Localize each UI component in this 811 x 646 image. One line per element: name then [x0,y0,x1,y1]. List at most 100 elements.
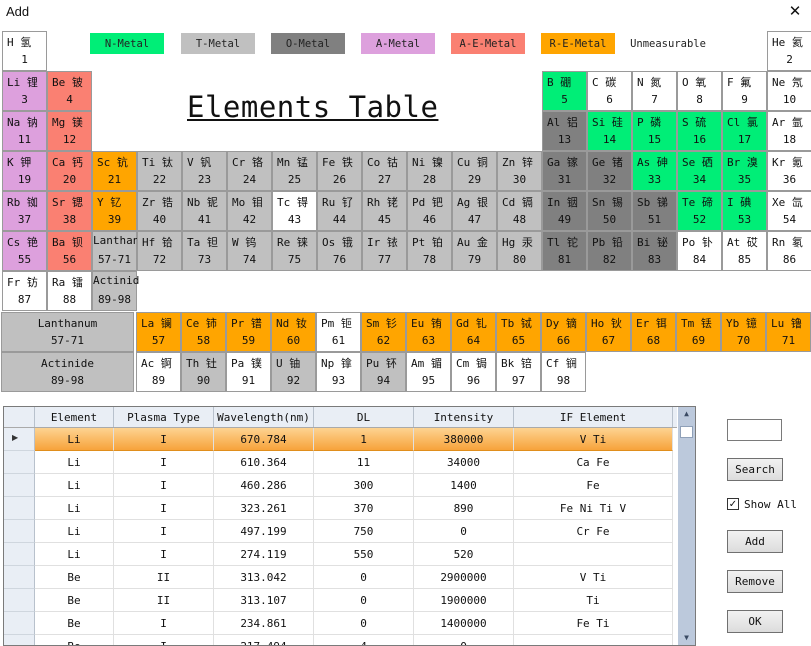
column-header[interactable]: Plasma Type [114,407,214,427]
remove-button[interactable]: Remove [727,570,783,593]
element-cell[interactable]: I 碘 53 [722,191,767,231]
row-header[interactable] [4,635,35,645]
element-cell[interactable]: Fr 钫 87 [2,271,47,311]
column-header[interactable]: Element [35,407,114,427]
table-row[interactable]: Li I 610.364 11 34000 Ca Fe [4,451,677,474]
element-cell[interactable]: Ca 钙 20 [47,151,92,191]
element-cell[interactable]: Mn 锰 25 [272,151,317,191]
element-cell[interactable]: Cu 铜 29 [452,151,497,191]
element-cell[interactable]: O 氧 8 [677,71,722,111]
element-cell[interactable]: Tb 铽 65 [496,312,541,352]
element-cell[interactable]: Eu 铕 63 [406,312,451,352]
column-header[interactable]: IF Element [514,407,673,427]
element-cell[interactable]: Sb 锑 51 [632,191,677,231]
element-cell[interactable]: Re 铼 75 [272,231,317,271]
element-cell[interactable]: Rb 铷 37 [2,191,47,231]
close-icon[interactable]: ✕ [785,1,805,21]
row-header[interactable] [4,497,35,520]
element-cell[interactable]: K 钾 19 [2,151,47,191]
element-cell[interactable]: Fe 铁 26 [317,151,362,191]
element-cell[interactable]: Ac 锕 89 [136,352,181,392]
element-cell[interactable]: N 氮 7 [632,71,677,111]
element-cell[interactable]: Ir 铱 77 [362,231,407,271]
element-cell[interactable]: Sm 钐 62 [361,312,406,352]
row-header[interactable] [4,543,35,566]
element-cell[interactable]: Am 镅 95 [406,352,451,392]
table-row[interactable]: Li I 274.119 550 520 [4,543,677,566]
table-row[interactable]: BeI217.49440 [4,635,677,645]
element-cell[interactable]: Nd 钕 60 [271,312,316,352]
element-cell[interactable]: Yb 镱 70 [721,312,766,352]
element-cell[interactable]: Pt 铂 78 [407,231,452,271]
ok-button[interactable]: OK [727,610,783,633]
row-header[interactable] [4,589,35,612]
element-cell[interactable]: Hg 汞 80 [497,231,542,271]
element-cell[interactable]: Te 碲 52 [677,191,722,231]
row-header[interactable] [4,520,35,543]
element-cell[interactable]: Bk 锫 97 [496,352,541,392]
element-cell[interactable]: Tc 锝 43 [272,191,317,231]
element-cell[interactable]: Au 金 79 [452,231,497,271]
element-cell[interactable]: Ta 钽 73 [182,231,227,271]
table-row[interactable]: Be II 313.042 0 2900000 V Ti [4,566,677,589]
add-button[interactable]: Add [727,530,783,553]
element-cell[interactable]: Mg 镁 12 [47,111,92,151]
element-cell[interactable]: Ra 镭 88 [47,271,92,311]
column-header[interactable]: Wavelength(nm) [214,407,314,427]
element-cell[interactable]: Rn 氡 86 [767,231,811,271]
scroll-thumb[interactable] [680,426,693,438]
table-row[interactable]: ▶ Li I 670.784 1 380000 V Ti [4,428,677,451]
element-cell[interactable]: He 氦 2 [767,31,811,71]
element-cell[interactable]: Ti 钛 22 [137,151,182,191]
table-row[interactable]: Li I 497.199 750 0 Cr Fe [4,520,677,543]
table-row[interactable]: Be I 234.861 0 1400000 Fe Ti [4,612,677,635]
element-cell[interactable]: W 钨 74 [227,231,272,271]
element-cell[interactable]: Ar 氩 18 [767,111,811,151]
element-cell[interactable]: Co 钴 27 [362,151,407,191]
element-cell[interactable]: Ge 锗 32 [587,151,632,191]
element-cell[interactable]: Pa 镤 91 [226,352,271,392]
element-cell[interactable]: Gd 钆 64 [451,312,496,352]
column-header[interactable]: DL [314,407,414,427]
element-cell[interactable]: Sn 锡 50 [587,191,632,231]
element-cell[interactable]: Os 锇 76 [317,231,362,271]
element-cell[interactable]: Pb 铅 82 [587,231,632,271]
row-header[interactable]: ▶ [4,428,35,451]
element-cell[interactable]: S 硫 16 [677,111,722,151]
element-cell[interactable]: Cd 镉 48 [497,191,542,231]
element-cell[interactable]: In 铟 49 [542,191,587,231]
search-input[interactable] [727,419,782,441]
element-cell[interactable]: H 氢 1 [2,31,47,71]
element-cell[interactable]: F 氟 9 [722,71,767,111]
row-header[interactable] [4,474,35,497]
scroll-up-icon[interactable]: ▲ [678,407,695,421]
element-cell[interactable]: V 钒 23 [182,151,227,191]
element-cell[interactable]: Cs 铯 55 [2,231,47,271]
element-cell[interactable]: Nb 铌 41 [182,191,227,231]
row-header[interactable] [4,451,35,474]
element-cell[interactable]: Al 铝 13 [542,111,587,151]
element-cell[interactable]: Ho 钬 67 [586,312,631,352]
element-cell[interactable]: Y 钇 39 [92,191,137,231]
vertical-scrollbar[interactable]: ▲ ▼ [678,407,695,645]
element-cell[interactable]: Pm 钷 61 [316,312,361,352]
element-cell[interactable]: Ce 铈 58 [181,312,226,352]
element-cell[interactable]: Mo 钼 42 [227,191,272,231]
element-cell[interactable]: Se 硒 34 [677,151,722,191]
element-cell[interactable]: Pd 钯 46 [407,191,452,231]
element-cell[interactable]: Pu 钚 94 [361,352,406,392]
element-cell[interactable]: La 镧 57 [136,312,181,352]
element-cell[interactable]: P 磷 15 [632,111,677,151]
element-cell[interactable]: Np 镎 93 [316,352,361,392]
element-cell[interactable]: Th 钍 90 [181,352,226,392]
element-cell[interactable]: Xe 氙 54 [767,191,811,231]
element-cell[interactable]: Dy 镝 66 [541,312,586,352]
element-cell[interactable]: Ag 银 47 [452,191,497,231]
element-cell[interactable]: Li 锂 3 [2,71,47,111]
element-cell[interactable]: Ba 钡 56 [47,231,92,271]
element-cell[interactable]: U 铀 92 [271,352,316,392]
element-cell[interactable]: B 硼 5 [542,71,587,111]
element-cell[interactable]: Br 溴 35 [722,151,767,191]
element-cell[interactable]: Cl 氯 17 [722,111,767,151]
checkbox-checked-icon[interactable]: ✓ [727,498,739,510]
